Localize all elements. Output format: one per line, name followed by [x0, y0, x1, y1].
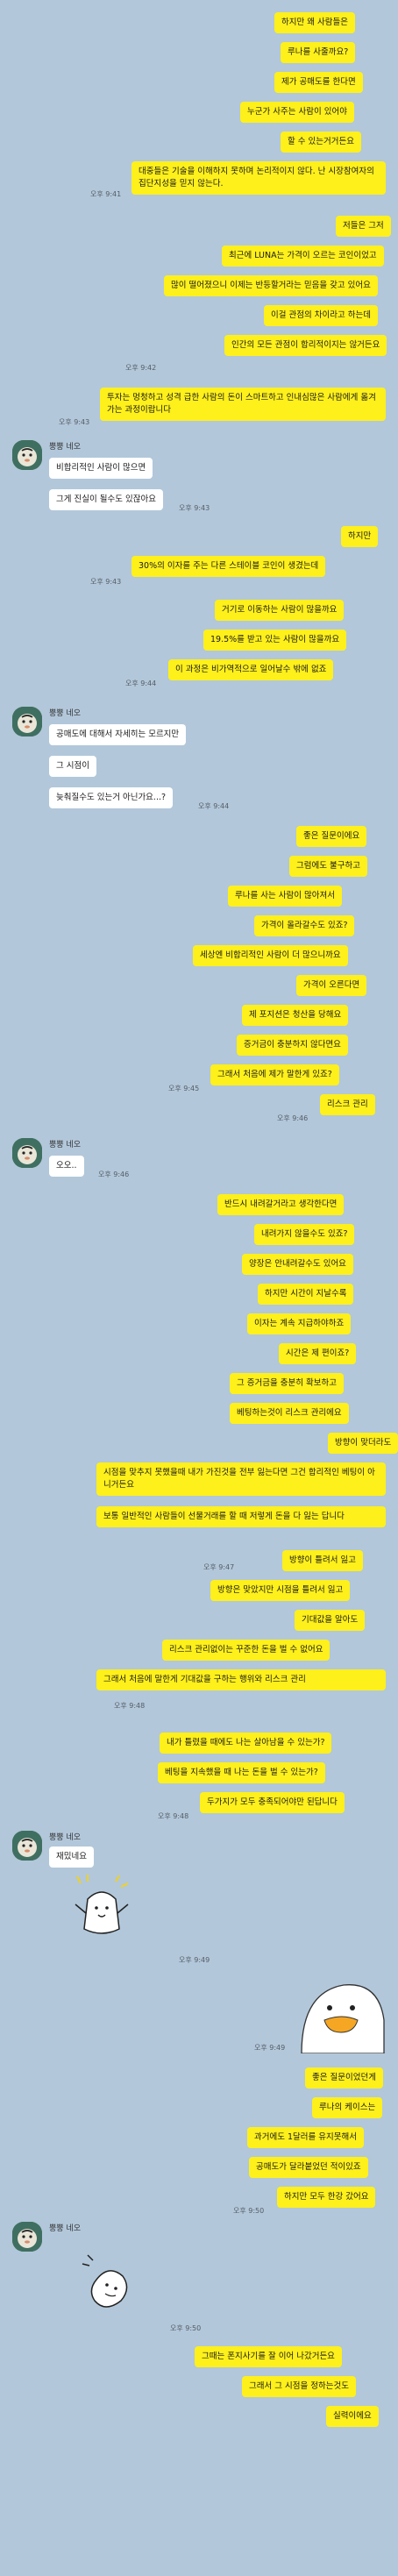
my-message[interactable]: 리스크 관리없이는 꾸준한 돈을 벌 수 없어요 — [162, 1640, 330, 1661]
my-message[interactable]: 그때는 폰지사기를 잘 이어 나갔거든요 — [195, 2346, 342, 2367]
other-message[interactable]: 재밌네요 — [49, 1847, 94, 1868]
profile-avatar[interactable] — [12, 1831, 42, 1861]
my-message[interactable]: 보통 일반적인 사람들이 선물거래를 할 때 저렇게 돈을 다 잃는 답니다 — [96, 1506, 386, 1527]
avatar-image — [12, 1138, 42, 1168]
sender-name: 뿡뿡 네오 — [49, 2224, 81, 2233]
timestamp: 오후 9:44 — [125, 680, 157, 687]
my-message[interactable]: 이걸 관점의 차이라고 하는데 — [264, 305, 378, 326]
my-message[interactable]: 리스크 관리 — [320, 1094, 375, 1115]
my-message[interactable]: 하지만 모두 한강 갔어요 — [277, 2187, 376, 2208]
my-message[interactable]: 그럼에도 불구하고 — [289, 856, 367, 877]
my-message[interactable]: 19.5%를 받고 있는 사람이 많을까요 — [203, 630, 347, 651]
other-message[interactable]: 오오.. — [49, 1156, 84, 1177]
my-message[interactable]: 하지만 — [341, 526, 379, 547]
my-message[interactable]: 내가 틀렸을 때에도 나는 살아남을 수 있는가? — [160, 1733, 332, 1754]
my-message[interactable]: 대중들은 기술을 이해하지 못하며 논리적이지 않다. 난 시장참여자의 집단지… — [131, 161, 386, 195]
my-message[interactable]: 루나를 사는 사람이 많아져서 — [228, 886, 342, 907]
avatar-image — [12, 440, 42, 470]
sender-name: 뿡뿡 네오 — [49, 1833, 81, 1842]
timestamp: 오후 9:43 — [179, 504, 210, 512]
my-message[interactable]: 그래서 처음에 제가 말한게 있죠? — [210, 1064, 339, 1085]
my-message[interactable]: 그래서 처음에 말한게 기대값을 구하는 행위와 리스크 관리 — [96, 1669, 386, 1690]
my-message[interactable]: 최근에 LUNA는 가격이 오르는 코인이었고 — [222, 246, 384, 267]
sticker-image[interactable] — [295, 1975, 386, 2054]
avatar-image — [12, 2222, 42, 2252]
duck-sticker-icon — [301, 1984, 385, 2054]
my-message[interactable]: 양장은 안내려갈수도 있어요 — [242, 1254, 353, 1275]
my-message[interactable]: 그 증거금을 충분히 확보하고 — [230, 1373, 344, 1394]
my-message[interactable]: 거기로 이동하는 사람이 많을까요 — [215, 600, 345, 621]
my-message[interactable]: 할 수 있는거거든요 — [281, 132, 361, 153]
timestamp: 오후 9:45 — [168, 1085, 200, 1092]
timestamp: 오후 9:49 — [254, 2044, 286, 2052]
other-message[interactable]: 늦춰질수도 있는거 아닌가요...? — [49, 787, 174, 808]
timestamp: 오후 9:43 — [59, 418, 90, 426]
timestamp: 오후 9:46 — [277, 1114, 309, 1122]
my-message[interactable]: 실력이에요 — [326, 2406, 379, 2427]
timestamp: 오후 9:42 — [125, 364, 157, 372]
sticker-image[interactable] — [70, 2245, 149, 2323]
my-message[interactable]: 많이 떨어졌으니 이제는 반등할거라는 믿음을 갖고 있어요 — [164, 275, 378, 296]
my-message[interactable]: 베팅을 지속했을 때 나는 돈을 벌 수 있는가? — [158, 1762, 325, 1783]
profile-avatar[interactable] — [12, 2222, 42, 2252]
my-message[interactable]: 제가 공매도를 한다면 — [274, 72, 363, 93]
my-message[interactable]: 그래서 그 시점을 정하는것도 — [242, 2376, 356, 2397]
other-message[interactable]: 그게 진실이 될수도 있잖아요 — [49, 489, 163, 510]
my-message[interactable]: 베팅하는것이 리스크 관리에요 — [230, 1403, 349, 1424]
my-message[interactable]: 증거금이 충분하지 않다면요 — [237, 1035, 348, 1056]
my-message[interactable]: 방향은 맞았지만 시점을 틀려서 잃고 — [210, 1580, 351, 1601]
timestamp: 오후 9:44 — [198, 802, 230, 810]
my-message[interactable]: 루나를 사줄까요? — [281, 42, 356, 63]
character-sticker-icon — [75, 1875, 129, 1934]
timestamp: 오후 9:47 — [203, 1563, 235, 1571]
my-message[interactable]: 세상엔 비합리적인 사람이 더 많으니까요 — [193, 945, 348, 966]
other-message[interactable]: 비합리적인 사람이 많으면 — [49, 458, 153, 479]
my-message[interactable]: 시간은 제 편이죠? — [279, 1343, 357, 1364]
my-message[interactable]: 방향이 맞더라도 — [328, 1433, 398, 1454]
my-message[interactable]: 이 과정은 비가역적으로 일어날수 밖에 없죠 — [168, 659, 334, 680]
avatar-image — [12, 707, 42, 737]
sender-name: 뿡뿡 네오 — [49, 709, 81, 718]
sender-name: 뿡뿡 네오 — [49, 1141, 81, 1149]
my-message[interactable]: 방향이 틀려서 잃고 — [282, 1550, 363, 1571]
my-message[interactable]: 가격이 올라갈수도 있죠? — [254, 915, 355, 936]
my-message[interactable]: 내려가지 않을수도 있죠? — [254, 1224, 355, 1245]
my-message[interactable]: 하지만 시간이 지날수록 — [258, 1284, 354, 1305]
character-sticker-icon — [82, 2254, 128, 2308]
other-message[interactable]: 그 시점이 — [49, 756, 96, 777]
my-message[interactable]: 좋은 질문이었던게 — [305, 2067, 383, 2089]
my-message[interactable]: 기대값을 알아도 — [295, 1610, 366, 1631]
my-message[interactable]: 제 포지션은 청산을 당해요 — [242, 1005, 349, 1026]
my-message[interactable]: 투자는 멍청하고 성격 급한 사람의 돈이 스마트하고 인내심많은 사람에게 옮… — [100, 388, 386, 421]
my-message[interactable]: 공매도가 달라붙었던 적이있죠 — [249, 2157, 368, 2178]
my-message[interactable]: 과거에도 1달러를 유지못해서 — [247, 2127, 364, 2148]
sticker-image[interactable] — [61, 1873, 140, 1960]
timestamp: 오후 9:46 — [98, 1171, 130, 1178]
my-message[interactable]: 가격이 오른다면 — [296, 975, 367, 996]
my-message[interactable]: 시점을 맞추지 못했을때 내가 가진것을 전부 잃는다면 그건 합리적인 베팅이… — [96, 1462, 386, 1496]
my-message[interactable]: 누군가 사주는 사람이 있어야 — [240, 102, 354, 123]
timestamp: 오후 9:50 — [233, 2207, 265, 2215]
my-message[interactable]: 하지만 왜 사람들은 — [274, 12, 355, 33]
my-message[interactable]: 이자는 계속 지급하야하죠 — [247, 1313, 352, 1334]
my-message[interactable]: 좋은 질문이에요 — [296, 826, 367, 847]
timestamp: 오후 9:48 — [158, 1812, 189, 1820]
my-message[interactable]: 30%의 이자를 주는 다른 스테이블 코인이 생겼는데 — [131, 556, 326, 577]
my-message[interactable]: 두가지가 모두 충족되어야만 된답니다 — [200, 1792, 345, 1813]
timestamp: 오후 9:49 — [179, 1956, 210, 1964]
my-message[interactable]: 반드시 내려갈거라고 생각한다면 — [217, 1194, 345, 1215]
my-message[interactable]: 저들은 그저 — [336, 216, 391, 237]
my-message[interactable]: 루나의 케이스는 — [312, 2097, 383, 2118]
other-message[interactable]: 공매도에 대해서 자세히는 모르지만 — [49, 724, 187, 745]
profile-avatar[interactable] — [12, 707, 42, 737]
timestamp: 오후 9:43 — [90, 578, 122, 586]
my-message[interactable]: 인간의 모든 관점이 합리적이지는 않거든요 — [224, 335, 387, 356]
timestamp: 오후 9:48 — [114, 1702, 146, 1710]
avatar-image — [12, 1831, 42, 1861]
timestamp: 오후 9:41 — [90, 190, 122, 198]
profile-avatar[interactable] — [12, 440, 42, 470]
timestamp: 오후 9:50 — [170, 2324, 202, 2332]
sender-name: 뿡뿡 네오 — [49, 443, 81, 452]
profile-avatar[interactable] — [12, 1138, 42, 1168]
